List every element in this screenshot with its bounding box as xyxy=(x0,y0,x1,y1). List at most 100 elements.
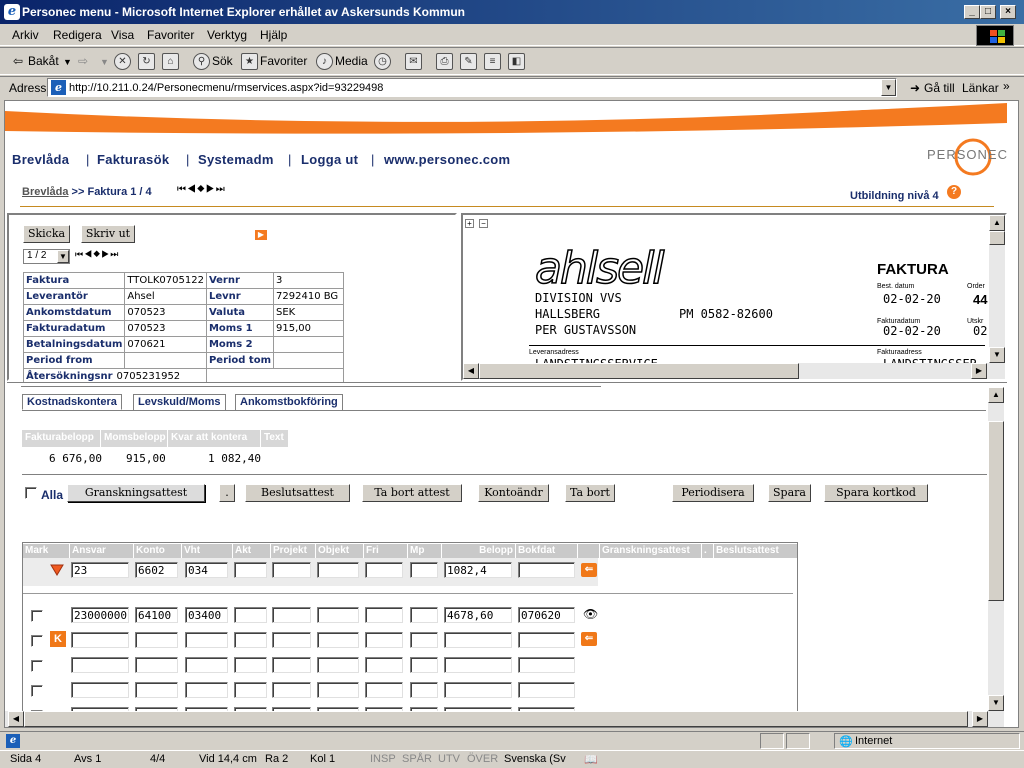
kontoandr-button[interactable]: Kontoändr xyxy=(478,484,549,502)
row-konto-input[interactable] xyxy=(135,632,178,648)
triangle-down-icon[interactable] xyxy=(50,564,64,576)
spara-button[interactable]: Spara xyxy=(768,484,811,502)
edit-vht-input[interactable]: 034 xyxy=(185,562,228,578)
hscroll-thumb[interactable] xyxy=(24,711,968,727)
row-input[interactable] xyxy=(365,657,403,673)
row-input[interactable] xyxy=(135,682,178,698)
chevron-right-icon[interactable]: » xyxy=(1003,79,1010,93)
row-input[interactable] xyxy=(234,657,267,673)
row-belopp-input[interactable]: 4678,60 xyxy=(444,607,512,623)
spara-kortkod-button[interactable]: Spara kortkod xyxy=(824,484,928,502)
row-fri-input[interactable] xyxy=(365,607,403,623)
scroll-right-icon[interactable]: ▶ xyxy=(972,711,988,727)
view-eye-icon[interactable]: 👁 xyxy=(583,607,598,621)
edit-akt-input[interactable] xyxy=(234,562,267,578)
preview-hscroll[interactable]: ◀ ▶ xyxy=(463,363,1005,379)
row-checkbox[interactable] xyxy=(31,660,43,672)
hscroll-thumb[interactable] xyxy=(479,363,799,379)
row-projekt-input[interactable] xyxy=(272,632,311,648)
row-akt-input[interactable] xyxy=(234,607,267,623)
breadcrumb-link[interactable]: Brevlåda xyxy=(22,186,68,198)
scroll-right-icon[interactable]: ▶ xyxy=(971,363,987,379)
edit-belopp-input[interactable]: 1082,4 xyxy=(444,562,512,578)
menu-visa[interactable]: Visa xyxy=(111,28,134,42)
play-icon[interactable]: ▶ xyxy=(255,230,267,240)
send-button[interactable]: Skicka xyxy=(23,225,70,243)
beslutsattest-button[interactable]: Beslutsattest xyxy=(245,484,350,502)
scroll-left-icon[interactable]: ◀ xyxy=(8,711,24,727)
menu-favoriter[interactable]: Favoriter xyxy=(147,28,194,42)
edit-mp-input[interactable] xyxy=(410,562,438,578)
history-icon[interactable]: ◷ xyxy=(374,53,391,70)
menu-hjalp[interactable]: Hjälp xyxy=(260,28,287,42)
print-icon[interactable]: ⎙ xyxy=(436,53,453,70)
favorites-icon[interactable]: ★ xyxy=(241,53,258,70)
row-input[interactable] xyxy=(272,682,311,698)
page-select[interactable]: 1 / 2 ▼ xyxy=(23,249,70,264)
scroll-left-icon[interactable]: ◀ xyxy=(463,363,479,379)
edit-bokfdat-input[interactable] xyxy=(518,562,575,578)
row-input[interactable] xyxy=(71,682,129,698)
tab-ankomstbokforing[interactable]: Ankomstbokföring xyxy=(235,394,343,410)
stop-icon[interactable]: ✕ xyxy=(114,53,131,70)
scroll-thumb[interactable] xyxy=(988,421,1004,601)
row-input[interactable] xyxy=(272,657,311,673)
links-button[interactable]: Länkar xyxy=(962,81,999,95)
scroll-up-icon[interactable]: ▲ xyxy=(989,215,1005,231)
row-vht-input[interactable] xyxy=(185,632,228,648)
tab-kostnadskontera[interactable]: Kostnadskontera xyxy=(22,394,122,410)
dot-button[interactable]: . xyxy=(219,484,235,502)
row-belopp-input[interactable] xyxy=(444,632,512,648)
search-button[interactable]: Sök xyxy=(212,54,233,68)
expand-icon[interactable]: + xyxy=(465,219,474,228)
invoice-pager-icons[interactable]: ⏮◀◆▶⏭ xyxy=(177,184,226,195)
page-hscroll[interactable]: ◀ ▶ xyxy=(5,711,1004,727)
back-arrow-icon[interactable]: ⇦ xyxy=(13,54,23,68)
apply-arrow-icon[interactable]: ⇐ xyxy=(581,563,597,577)
nav-personec-link[interactable]: www.personec.com xyxy=(384,152,510,167)
refresh-icon[interactable]: ↻ xyxy=(138,53,155,70)
go-arrow-icon[interactable]: ➜ xyxy=(910,81,920,95)
address-input[interactable]: e http://10.211.0.24/Personecmenu/rmserv… xyxy=(47,78,897,97)
minimize-button[interactable]: _ xyxy=(964,5,980,19)
row-input[interactable] xyxy=(317,682,359,698)
scroll-down-icon[interactable]: ▼ xyxy=(988,695,1004,711)
periodisera-button[interactable]: Periodisera xyxy=(672,484,754,502)
row-konto-input[interactable]: 64100 xyxy=(135,607,178,623)
edit-ansvar-input[interactable]: 23 xyxy=(71,562,129,578)
scroll-up-icon[interactable]: ▲ xyxy=(988,387,1004,403)
preview-vscroll[interactable]: ▲ ▼ xyxy=(989,215,1005,363)
media-button[interactable]: Media xyxy=(335,54,368,68)
favorites-button[interactable]: Favoriter xyxy=(260,54,307,68)
discuss-icon[interactable]: ≡ xyxy=(484,53,501,70)
row-objekt-input[interactable] xyxy=(317,607,359,623)
row-input[interactable] xyxy=(185,657,228,673)
go-button[interactable]: Gå till xyxy=(924,81,955,95)
collapse-icon[interactable]: − xyxy=(479,219,488,228)
messenger-icon[interactable]: ◧ xyxy=(508,53,525,70)
row-mp-input[interactable] xyxy=(410,632,438,648)
apply-arrow-icon[interactable]: ⇐ xyxy=(581,632,597,646)
row-mp-input[interactable] xyxy=(410,607,438,623)
row-input[interactable] xyxy=(317,657,359,673)
row-projekt-input[interactable] xyxy=(272,607,311,623)
back-button[interactable]: Bakåt xyxy=(28,54,59,68)
row-akt-input[interactable] xyxy=(234,632,267,648)
edit-icon[interactable]: ✎ xyxy=(460,53,477,70)
row-input[interactable] xyxy=(444,682,512,698)
row-input[interactable] xyxy=(71,657,129,673)
row-input[interactable] xyxy=(365,682,403,698)
row-input[interactable] xyxy=(410,682,438,698)
home-icon[interactable]: ⌂ xyxy=(162,53,179,70)
scroll-thumb[interactable] xyxy=(989,231,1005,245)
ta-bort-attest-button[interactable]: Ta bort attest xyxy=(362,484,462,502)
address-dropdown-icon[interactable]: ▼ xyxy=(881,79,896,96)
tab-levskuld-moms[interactable]: Levskuld/Moms xyxy=(133,394,226,410)
row-input[interactable] xyxy=(234,682,267,698)
edit-projekt-input[interactable] xyxy=(272,562,311,578)
chevron-down-icon[interactable]: ▼ xyxy=(57,250,69,263)
edit-fri-input[interactable] xyxy=(365,562,403,578)
k-code-icon[interactable]: K xyxy=(50,631,66,647)
page-vscroll[interactable]: ▲ ▼ xyxy=(988,387,1004,711)
edit-objekt-input[interactable] xyxy=(317,562,359,578)
